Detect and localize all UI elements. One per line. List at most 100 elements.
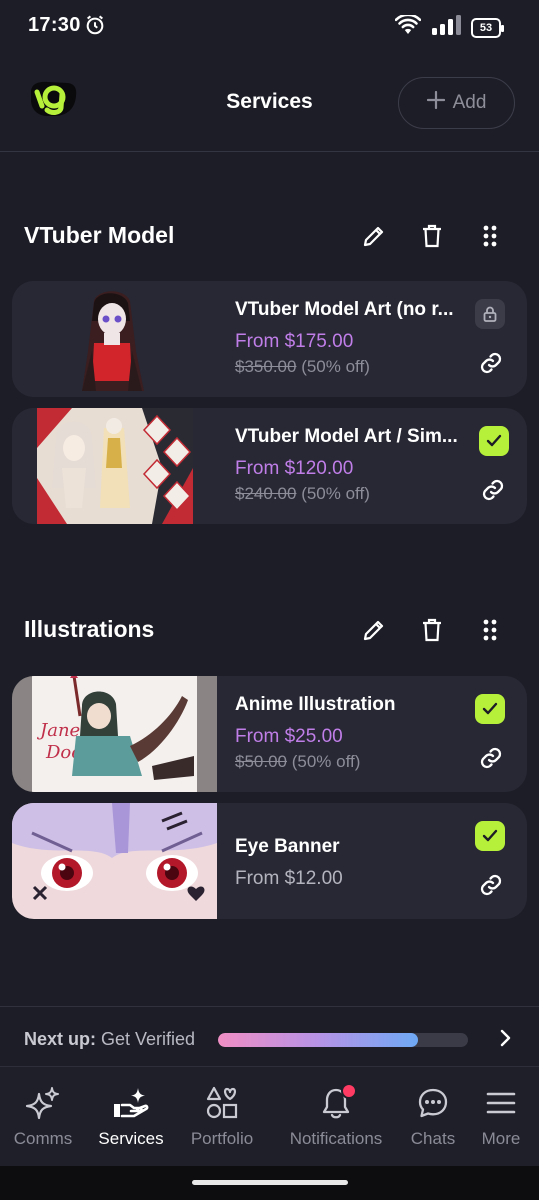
link-icon [480,874,502,896]
active-check-badge[interactable] [479,426,509,456]
section-title: Illustrations [24,616,155,642]
service-info: Eye Banner From $12.00 [235,821,475,890]
service-original-price: $240.00 (50% off) [235,484,475,504]
service-card[interactable]: VTuber Model Art / Sim... From $120.00 $… [12,408,527,524]
check-icon [482,702,498,715]
link-icon [480,352,502,374]
chat-bubble-icon [417,1085,449,1121]
strikethrough-price: $50.00 [235,752,287,771]
edit-section-button[interactable] [345,610,403,650]
service-thumbnail [12,408,217,524]
section-title: VTuber Model [24,222,175,248]
service-name: Anime Illustration [235,694,396,715]
service-thumbnail [12,281,217,397]
nav-label: Portfolio [190,1129,254,1148]
battery-icon: 53 [471,17,504,38]
strikethrough-price: $350.00 [235,357,297,376]
chevron-right-icon[interactable] [499,1029,511,1052]
trash-icon [423,224,441,248]
drag-dots-icon [483,619,497,641]
service-price: From $25.00 [235,726,343,747]
nav-services[interactable]: Services [94,1085,168,1149]
discount-label: (50% off) [301,484,370,503]
nav-label: More [481,1129,521,1148]
delete-section-button[interactable] [403,216,461,256]
service-info: VTuber Model Art (no r... From $175.00 $… [235,299,475,377]
status-bar: 17:30 53 [0,0,539,52]
discount-label: (50% off) [291,752,361,771]
active-check-badge[interactable] [475,694,505,724]
check-icon [486,434,502,447]
bell-icon [321,1083,357,1121]
next-up-label: Next up: Get Verified [24,1029,195,1050]
hand-sparkle-icon [112,1085,150,1121]
section-actions [345,216,519,256]
nav-more[interactable]: More [474,1085,528,1149]
bottom-navigation: Comms Services Portfolio Notifications C… [0,1066,539,1166]
link-icon [482,479,504,501]
service-original-price: $50.00 (50% off) [235,752,475,772]
service-price: From $12.00 [235,868,343,889]
drag-handle[interactable] [461,610,519,650]
lock-badge[interactable] [475,299,505,329]
service-price: From $120.00 [235,458,354,479]
nav-portfolio[interactable]: Portfolio [186,1085,258,1149]
nav-chats[interactable]: Chats [405,1085,461,1149]
notification-badge [341,1083,357,1099]
status-time: 17:30 [28,14,81,36]
nav-label: Services [98,1129,164,1148]
alarm-icon [84,14,106,41]
strikethrough-price: $240.00 [235,484,297,503]
service-thumbnail: Jane Doe [12,676,217,792]
delete-section-button[interactable] [403,610,461,650]
section-actions [345,610,519,650]
pencil-icon [363,620,384,641]
nav-label: Comms [13,1129,73,1148]
service-name: VTuber Model Art (no r... [235,299,454,320]
nav-label: Chats [410,1129,456,1148]
nav-comms[interactable]: Comms [10,1085,76,1149]
service-name: VTuber Model Art / Sim... [235,426,458,447]
service-info: Anime Illustration From $25.00 $50.00 (5… [235,694,475,772]
lock-icon [483,306,497,322]
next-up-prefix: Next up: [24,1029,96,1049]
discount-label: (50% off) [301,357,370,376]
copy-link-button[interactable] [481,478,505,507]
gesture-bar [0,1166,539,1200]
service-price: From $175.00 [235,331,354,352]
wifi-icon [394,13,422,40]
copy-link-button[interactable] [479,873,503,902]
copy-link-button[interactable] [479,351,503,380]
active-check-badge[interactable] [475,821,505,851]
sparkles-icon [25,1085,61,1121]
menu-icon [486,1085,516,1121]
service-card[interactable]: Jane Doe Anime Illustration From $25.00 … [12,676,527,792]
drag-handle[interactable] [461,216,519,256]
app-bar: Services Add [0,52,539,152]
progress-fill [218,1033,418,1047]
verification-progress-bar [218,1033,468,1047]
home-indicator[interactable] [192,1180,348,1185]
service-card[interactable]: VTuber Model Art (no r... From $175.00 $… [12,281,527,397]
next-up-bar[interactable]: Next up: Get Verified [0,1006,539,1066]
service-name: Eye Banner [235,836,340,857]
service-info: VTuber Model Art / Sim... From $120.00 $… [235,426,475,504]
check-icon [482,829,498,842]
nav-notifications[interactable]: Notifications [282,1083,390,1149]
signal-icon [431,14,461,41]
add-service-button[interactable]: Add [398,77,515,129]
pencil-icon [363,226,384,247]
edit-section-button[interactable] [345,216,403,256]
link-icon [480,747,502,769]
shapes-icon [205,1085,239,1121]
add-button-label: Add [452,92,487,113]
svg-text:Jane: Jane [36,720,80,741]
copy-link-button[interactable] [479,746,503,775]
trash-icon [423,618,441,642]
service-original-price: $350.00 (50% off) [235,357,475,377]
battery-level: 53 [479,21,493,34]
plus-icon [426,90,445,115]
service-card[interactable]: Eye Banner From $12.00 [12,803,527,919]
next-up-value: Get Verified [101,1029,196,1049]
system-icons: 53 [394,13,504,41]
